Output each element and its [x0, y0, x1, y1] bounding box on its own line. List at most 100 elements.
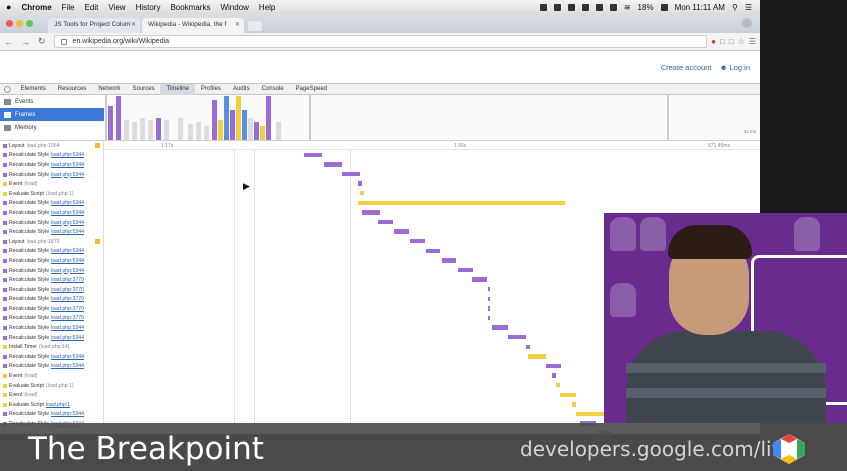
record-bar[interactable] [362, 210, 380, 215]
menu-history[interactable]: History [136, 3, 161, 12]
zoom-window-button[interactable] [26, 20, 33, 27]
tab-pagespeed[interactable]: PageSpeed [290, 84, 333, 95]
login-link[interactable]: ☻ Log in [720, 63, 750, 72]
timeline-record[interactable]: Recalculate Styleload.php:5344 [0, 151, 103, 161]
tab-elements[interactable]: Elements [15, 84, 52, 95]
timeline-record[interactable]: Recalculate Styleload.php:5344 [0, 247, 103, 257]
battery-icon[interactable] [660, 3, 668, 11]
menu-edit[interactable]: Edit [85, 3, 99, 12]
timeline-record[interactable]: Layout load.php:1876 [0, 237, 103, 247]
menu-bookmarks[interactable]: Bookmarks [170, 3, 210, 12]
record-bar[interactable] [324, 162, 342, 167]
page-info-icon[interactable] [60, 39, 67, 45]
frame-bar[interactable] [260, 126, 265, 140]
frame-bar[interactable] [230, 110, 235, 140]
minimize-window-button[interactable] [16, 20, 23, 27]
extension-icon[interactable]: □ [720, 37, 725, 46]
dock-icon[interactable]: ◯ [4, 86, 11, 93]
timeline-record[interactable]: Recalculate Styleload.php:5344 [0, 199, 103, 209]
evernote-icon[interactable] [567, 3, 575, 11]
timeline-record[interactable]: Event (load) [0, 179, 103, 189]
record-source-link[interactable]: load.php:5344 [51, 258, 84, 264]
record-source-link[interactable]: load.php:5344 [51, 363, 84, 369]
reload-icon[interactable]: ↻ [38, 36, 46, 47]
timeline-record[interactable]: Install Timer (load.php:14) [0, 342, 103, 352]
menu-file[interactable]: File [62, 3, 75, 12]
timeline-record[interactable]: Evaluate Script (load.php:1) [0, 381, 103, 391]
frame-bar[interactable] [224, 96, 229, 140]
record-bar[interactable] [472, 277, 487, 282]
record-source-link[interactable]: load.php:5344 [51, 229, 84, 235]
spotlight-icon[interactable]: ⚲ [732, 3, 738, 12]
settings-icon[interactable] [581, 3, 589, 11]
tab-resources[interactable]: Resources [52, 84, 93, 95]
frame-bar[interactable] [116, 96, 121, 140]
timeline-record[interactable]: Recalculate Styleload.php:5344 [0, 362, 103, 372]
new-tab-button[interactable] [248, 21, 262, 31]
record-source-link[interactable]: load.php:3770 [51, 287, 84, 293]
timeline-record[interactable]: Recalculate Style load.php:3770 [0, 285, 103, 295]
tab-js-tools[interactable]: JS Tools for Project Colum ✕ [48, 18, 140, 33]
mode-events[interactable]: Events [0, 95, 104, 108]
record-source-link[interactable]: load.php:5344 [51, 162, 84, 168]
record-bar[interactable] [360, 190, 364, 196]
frame-bar[interactable] [276, 122, 281, 140]
frame-bar[interactable] [140, 118, 145, 140]
frame-bar[interactable] [242, 110, 247, 140]
record-source-link[interactable]: load.php:5344 [51, 248, 84, 254]
record-bar[interactable] [552, 373, 556, 378]
record-bar[interactable] [488, 286, 490, 292]
battery-percent[interactable]: 18% [638, 3, 654, 12]
frame-bar[interactable] [188, 124, 193, 140]
record-source-link[interactable]: load.php:5344 [51, 172, 84, 178]
record-source-link[interactable]: load.php:5344 [51, 354, 84, 360]
menu-app-name[interactable]: Chrome [21, 3, 51, 12]
record-source-link[interactable]: load.php:5344 [51, 220, 84, 226]
volume-icon[interactable] [609, 3, 617, 11]
record-bar[interactable] [378, 219, 393, 225]
timeline-record[interactable]: Evaluate Script (load.php:1) [0, 189, 103, 199]
extension-icon[interactable]: □ [729, 37, 734, 46]
record-source-link[interactable]: load.php:3770 [51, 315, 84, 321]
timeline-record[interactable]: Recalculate Style load.php:3770 [0, 304, 103, 314]
record-bar[interactable] [492, 325, 508, 330]
record-source-link[interactable]: load.php:5344 [51, 268, 84, 274]
record-source-link[interactable]: load.php:3770 [51, 277, 84, 283]
bluetooth-icon[interactable] [595, 3, 603, 11]
frame-bar[interactable] [236, 96, 241, 140]
record-bar[interactable] [488, 315, 490, 321]
record-bar[interactable] [546, 363, 561, 369]
headphones-icon[interactable] [539, 3, 547, 11]
record-bar[interactable] [410, 238, 425, 244]
timeline-record[interactable]: Recalculate Styleload.php:5344 [0, 208, 103, 218]
timeline-record[interactable]: Layout load.php:1064 [0, 141, 103, 151]
record-bar[interactable] [572, 402, 576, 407]
record-source-link[interactable]: load.php:5344 [51, 200, 84, 206]
frame-bar[interactable] [266, 96, 271, 140]
overview-window-left-handle[interactable] [105, 95, 107, 140]
frame-bar[interactable] [148, 120, 153, 140]
timeline-record[interactable]: Recalculate Style load.php:3770 [0, 295, 103, 305]
record-source-link[interactable]: load.php:3770 [51, 306, 84, 312]
frame-bar[interactable] [254, 122, 259, 140]
frame-bar[interactable] [164, 120, 169, 140]
frames-overview-graph[interactable]: 41 ms [104, 95, 760, 140]
mode-frames[interactable]: Frames [0, 108, 104, 121]
profile-icon[interactable] [742, 18, 752, 28]
frame-bar[interactable] [204, 126, 209, 140]
record-bar[interactable] [488, 296, 490, 301]
tab-timeline[interactable]: Timeline [160, 83, 195, 95]
frame-bar[interactable] [124, 120, 129, 140]
frame-bar[interactable] [196, 122, 201, 140]
frame-bar[interactable] [132, 122, 137, 140]
record-bar[interactable] [358, 181, 362, 186]
record-source-link[interactable]: load.php:5344 [51, 335, 84, 341]
record-bar[interactable] [528, 354, 546, 359]
tab-audits[interactable]: Audits [227, 84, 256, 95]
apple-icon[interactable]: ● [6, 2, 11, 12]
mode-memory[interactable]: Memory [0, 121, 104, 134]
timeline-record[interactable]: Evaluate Script load.php:1 [0, 400, 103, 410]
tab-console[interactable]: Console [256, 84, 290, 95]
tab-sources[interactable]: Sources [126, 84, 160, 95]
record-bar[interactable] [576, 411, 606, 417]
